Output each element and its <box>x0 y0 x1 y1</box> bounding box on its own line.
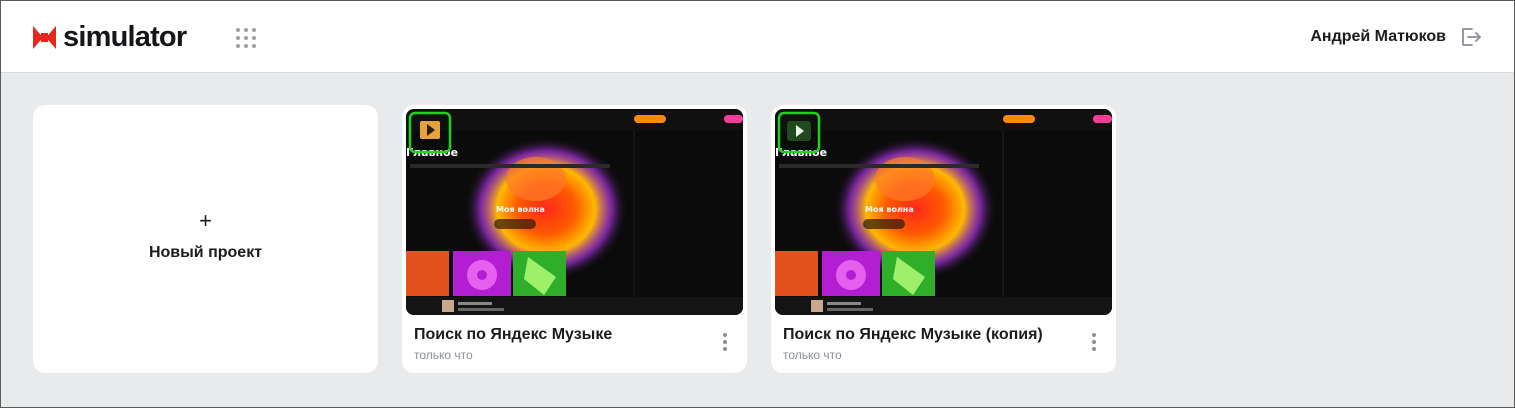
kebab-menu-icon[interactable] <box>721 333 729 351</box>
new-project-label: Новый проект <box>148 244 263 261</box>
new-project-card[interactable]: + Новый проект <box>33 105 378 373</box>
project-timestamp: только что <box>414 348 473 362</box>
thumb-wave-title: Моя волна <box>865 205 914 214</box>
logout-icon[interactable] <box>1459 25 1483 49</box>
project-timestamp: только что <box>783 348 842 362</box>
plus-icon: + <box>199 208 212 233</box>
user-name[interactable]: Андрей Матюков <box>1310 27 1446 47</box>
kebab-menu-icon[interactable] <box>1090 333 1098 351</box>
project-title[interactable]: Поиск по Яндекс Музыке <box>414 326 612 344</box>
project-thumbnail[interactable]: Главное Моя волна <box>775 109 1112 315</box>
project-card[interactable]: Главное Моя волна Поиск по Яндекс Музыке… <box>771 105 1116 373</box>
project-thumbnail[interactable]: Главное Моя волна <box>406 109 743 315</box>
simulator-logo-icon <box>33 25 56 49</box>
project-title[interactable]: Поиск по Яндекс Музыке (копия) <box>783 326 1043 344</box>
logo-text: simulator <box>63 21 187 53</box>
thumb-wave-title: Моя волна <box>496 205 545 214</box>
project-card[interactable]: Главное Моя волна Поиск по Яндекс Музыке… <box>402 105 747 373</box>
top-header: simulator Андрей Матюков <box>1 1 1514 73</box>
apps-grid-icon[interactable] <box>235 27 257 49</box>
logo[interactable]: simulator <box>33 21 187 53</box>
